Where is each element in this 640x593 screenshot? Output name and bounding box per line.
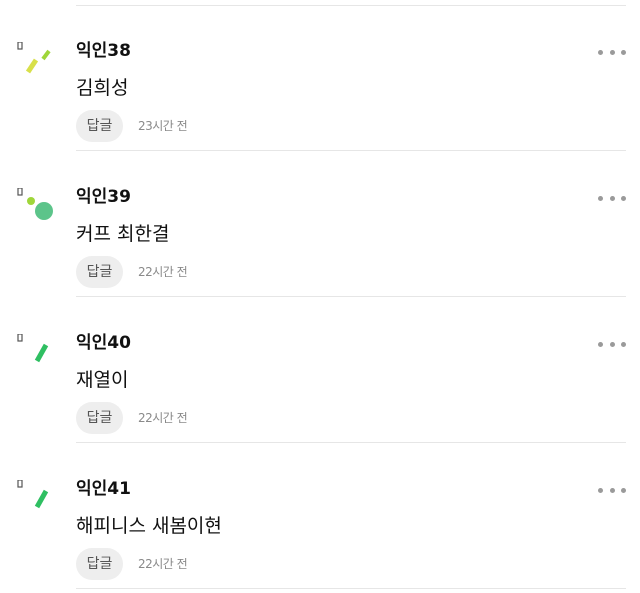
more-dot-icon (609, 487, 615, 493)
avatar[interactable] (16, 188, 58, 230)
more-options-button[interactable] (598, 46, 626, 58)
more-dot-icon (621, 341, 626, 347)
more-dot-icon (598, 487, 603, 493)
comment-timestamp: 22시간 전 (138, 557, 188, 571)
comment-nickname: 익인38 (76, 41, 131, 61)
more-dot-icon (609, 341, 615, 347)
more-options-button[interactable] (598, 484, 626, 496)
comment-item: 익인40 재열이 답글 22시간 전 (0, 296, 640, 443)
avatar-pattern-icon (17, 188, 53, 220)
comment-body: 재열이 (76, 369, 129, 391)
avatar-pattern-icon (17, 480, 49, 509)
comment-divider (76, 588, 626, 589)
more-options-button[interactable] (598, 338, 626, 350)
comment-nickname: 익인40 (76, 333, 131, 353)
reply-button[interactable]: 답글 (76, 256, 123, 288)
comment-nickname: 익인39 (76, 187, 131, 207)
reply-button[interactable]: 답글 (76, 548, 123, 580)
more-dot-icon (621, 487, 626, 493)
more-dot-icon (598, 341, 603, 347)
avatar-pattern-icon (17, 42, 51, 74)
comment-body: 김희성 (76, 77, 129, 99)
comment-body: 해피니스 새봄이현 (76, 515, 222, 537)
comment-item: 익인38 김희성 답글 23시간 전 (0, 4, 640, 151)
comment-timestamp: 23시간 전 (138, 119, 188, 133)
reply-button[interactable]: 답글 (76, 402, 123, 434)
reply-button[interactable]: 답글 (76, 110, 123, 142)
more-dot-icon (609, 49, 615, 55)
comment-item: 익인39 커프 최한결 답글 22시간 전 (0, 150, 640, 297)
more-options-button[interactable] (598, 192, 626, 204)
more-dot-icon (621, 195, 626, 201)
avatar[interactable] (16, 334, 58, 376)
avatar[interactable] (16, 480, 58, 522)
avatar-pattern-icon (17, 334, 49, 363)
comment-timestamp: 22시간 전 (138, 265, 188, 279)
avatar[interactable] (16, 42, 58, 84)
more-dot-icon (598, 195, 603, 201)
comment-body: 커프 최한결 (76, 223, 170, 245)
comment-nickname: 익인41 (76, 479, 131, 499)
comment-item: 익인41 해피니스 새봄이현 답글 22시간 전 (0, 442, 640, 589)
more-dot-icon (598, 49, 603, 55)
more-dot-icon (609, 195, 615, 201)
more-dot-icon (621, 49, 626, 55)
comment-timestamp: 22시간 전 (138, 411, 188, 425)
